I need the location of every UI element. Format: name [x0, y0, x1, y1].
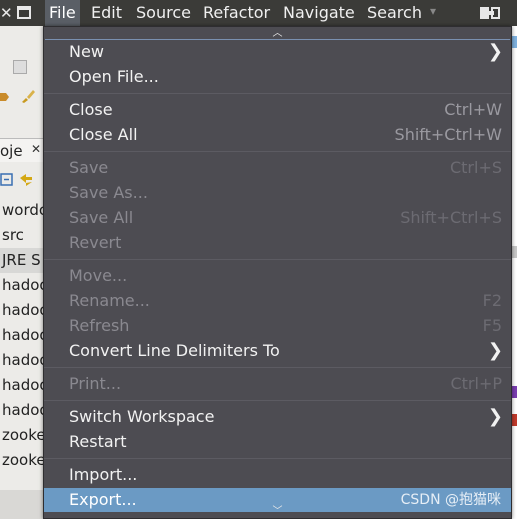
status-area [0, 490, 44, 519]
save-icon[interactable] [13, 60, 27, 74]
scroll-up-icon[interactable]: ︿ [45, 27, 510, 40]
view-tab-label: oje [0, 142, 23, 160]
menu-navigate[interactable]: Navigate [279, 0, 359, 26]
menu-item-refresh[interactable]: Refresh F5 [44, 314, 511, 338]
menu-item-switch-workspace[interactable]: Switch Workspace ❯ [44, 405, 511, 429]
maximize-window-icon[interactable] [17, 6, 31, 19]
tree-item[interactable]: hadoo [0, 323, 44, 348]
shortcut-label: Ctrl+W [444, 100, 502, 119]
menu-source[interactable]: Source [132, 0, 195, 26]
tree-item[interactable]: src [0, 223, 44, 248]
menu-item-import[interactable]: Import... [44, 463, 511, 487]
tree-item[interactable]: hadoo [0, 298, 44, 323]
tree-item[interactable]: hadoo [0, 398, 44, 423]
toolbar-tool-icon[interactable] [0, 90, 10, 108]
menu-item-label: Convert Line Delimiters To [69, 341, 280, 360]
close-window-icon[interactable]: ✕ [0, 5, 16, 21]
perspective-switch-icon[interactable] [480, 5, 502, 21]
menu-item-label: Close [69, 100, 113, 119]
menu-item-label: Save [69, 158, 109, 177]
menu-separator [44, 93, 511, 94]
more-menus-icon[interactable]: ▾ [430, 4, 436, 18]
tree-item-selected[interactable]: JRE S [0, 248, 44, 273]
tree-item[interactable]: hadoo [0, 373, 44, 398]
collapse-all-icon[interactable] [0, 173, 14, 191]
menu-item-label: Close All [69, 125, 138, 144]
close-view-icon[interactable]: ✕ [31, 142, 41, 156]
menu-bar: ✕ File Edit Source Refactor Navigate Sea… [0, 0, 517, 26]
menu-item-label: Open File... [69, 67, 159, 86]
submenu-arrow-icon: ❯ [487, 406, 503, 427]
menu-item-save-all[interactable]: Save All Shift+Ctrl+S [44, 206, 511, 230]
menu-item-label: Save As... [69, 183, 148, 202]
tree-item[interactable]: zooke [0, 423, 44, 448]
menu-item-label: Rename... [69, 291, 150, 310]
menu-item-new[interactable]: New ❯ [44, 40, 511, 64]
main-toolbar [0, 26, 44, 130]
link-with-editor-icon[interactable] [18, 172, 34, 192]
menu-item-save-as[interactable]: Save As... [44, 181, 511, 205]
menu-item-label: Refresh [69, 316, 130, 335]
project-tree: wordcc src JRE S hadoo hadoo hadoo hadoo… [0, 198, 44, 473]
menu-item-print[interactable]: Print... Ctrl+P [44, 372, 511, 396]
menu-separator [44, 400, 511, 401]
tree-item[interactable]: hadoo [0, 348, 44, 373]
view-toolbar [0, 170, 44, 192]
menu-item-label: Import... [69, 465, 138, 484]
menu-item-save[interactable]: Save Ctrl+S [44, 156, 511, 180]
menu-item-open-file[interactable]: Open File... [44, 65, 511, 89]
tree-item[interactable]: zooke [0, 448, 44, 473]
menu-separator [44, 458, 511, 459]
menu-item-label: Switch Workspace [69, 407, 215, 426]
menu-item-restart[interactable]: Restart [44, 430, 511, 454]
menu-edit[interactable]: Edit [87, 0, 126, 26]
file-menu-dropdown: ︿ New ❯ Open File... Close Ctrl+W Close … [43, 26, 512, 519]
menu-item-label: Print... [69, 374, 122, 393]
menu-item-revert[interactable]: Revert [44, 231, 511, 255]
menu-item-convert-line-delimiters[interactable]: Convert Line Delimiters To ❯ [44, 339, 511, 363]
menu-refactor[interactable]: Refactor [199, 0, 274, 26]
shortcut-label: F2 [482, 291, 502, 310]
menu-item-label: Save All [69, 208, 134, 227]
submenu-arrow-icon: ❯ [487, 41, 503, 62]
menu-separator [44, 367, 511, 368]
shortcut-label: Ctrl+S [449, 158, 502, 177]
menu-separator [44, 259, 511, 260]
brush-icon[interactable] [20, 88, 36, 108]
shortcut-label: F5 [482, 316, 502, 335]
menu-item-close[interactable]: Close Ctrl+W [44, 98, 511, 122]
menu-item-label: Revert [69, 233, 122, 252]
menu-item-label: Restart [69, 432, 127, 451]
menu-separator [44, 151, 511, 152]
project-explorer-tab[interactable]: oje ✕ [0, 138, 44, 162]
tree-item[interactable]: wordcc [0, 198, 44, 223]
menu-file[interactable]: File [45, 0, 80, 26]
shortcut-label: Ctrl+P [450, 374, 502, 393]
shortcut-label: Shift+Ctrl+W [394, 125, 502, 144]
shortcut-label: Shift+Ctrl+S [400, 208, 502, 227]
menu-search[interactable]: Search [363, 0, 426, 26]
menu-item-label: Move... [69, 266, 128, 285]
submenu-arrow-icon: ❯ [487, 340, 503, 361]
tree-item[interactable]: hadoo [0, 273, 44, 298]
menu-item-rename[interactable]: Rename... F2 [44, 289, 511, 313]
menu-item-close-all[interactable]: Close All Shift+Ctrl+W [44, 123, 511, 147]
menu-item-move[interactable]: Move... [44, 264, 511, 288]
scroll-down-icon[interactable]: ﹀ [45, 505, 510, 518]
menu-item-label: New [69, 42, 104, 61]
